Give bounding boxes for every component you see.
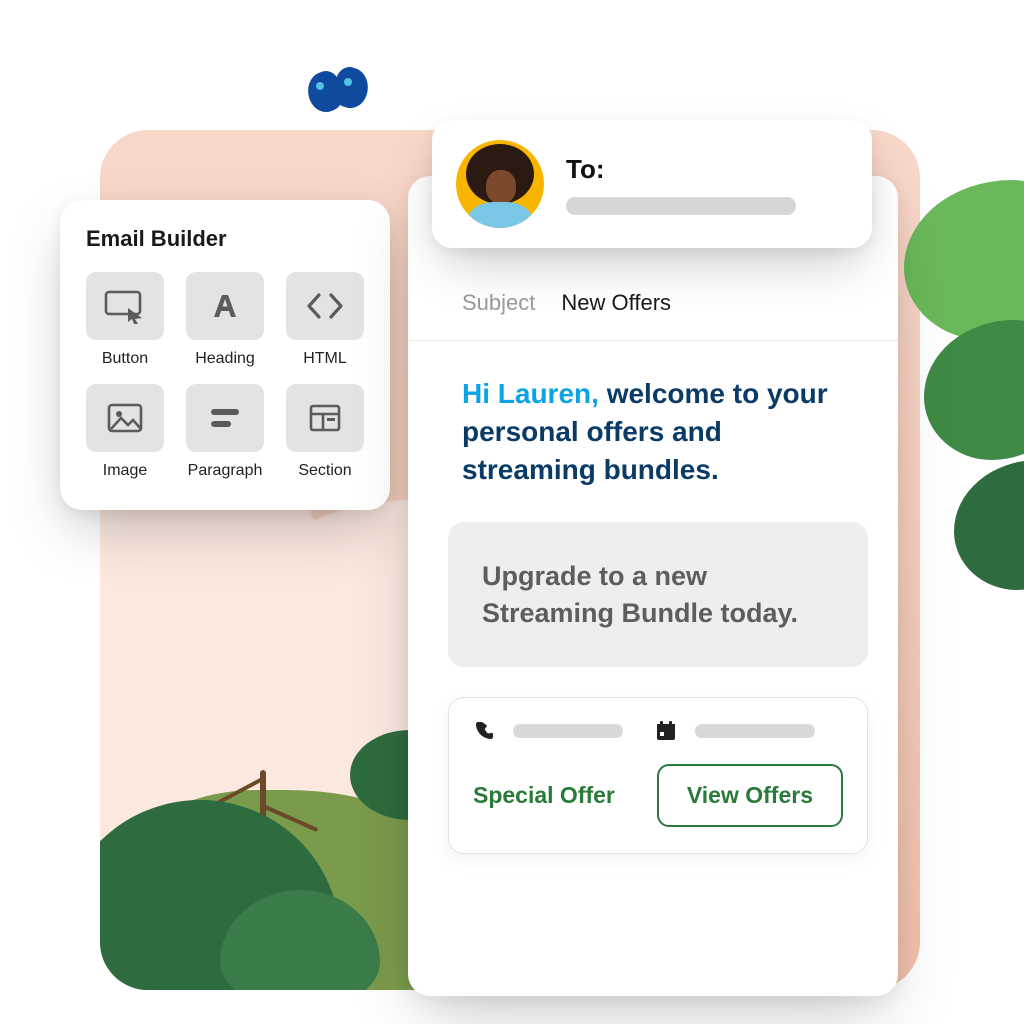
promo-block: Upgrade to a new Streaming Bundle today. [448, 522, 868, 667]
recipient-card: To: [432, 120, 872, 248]
builder-block-label: HTML [286, 350, 364, 368]
builder-block-label: Button [86, 350, 164, 368]
to-label: To: [566, 154, 848, 185]
builder-block-paragraph[interactable]: Paragraph [186, 384, 264, 480]
section-icon [286, 384, 364, 452]
heading-icon [186, 272, 264, 340]
builder-block-heading[interactable]: Heading [186, 272, 264, 368]
builder-block-html[interactable]: HTML [286, 272, 364, 368]
builder-block-label: Paragraph [186, 462, 264, 480]
builder-block-label: Image [86, 462, 164, 480]
calendar-icon [655, 720, 677, 742]
offer-meta-row [473, 720, 843, 742]
html-icon [286, 272, 364, 340]
builder-block-grid: Button Heading HTML [86, 272, 364, 480]
skeleton-text [695, 724, 815, 738]
email-builder-title: Email Builder [86, 226, 364, 252]
builder-block-image[interactable]: Image [86, 384, 164, 480]
avatar [456, 140, 544, 228]
email-compose-card: Subject New Offers Hi Lauren, welcome to… [408, 176, 898, 996]
email-headline: Hi Lauren, welcome to your personal offe… [408, 341, 898, 488]
offer-card: Special Offer View Offers [448, 697, 868, 854]
skeleton-text [513, 724, 623, 738]
butterfly-icon [308, 68, 378, 128]
email-builder-panel: Email Builder Button Heading [60, 200, 390, 510]
subject-row[interactable]: Subject New Offers [408, 268, 898, 341]
builder-block-section[interactable]: Section [286, 384, 364, 480]
builder-block-button[interactable]: Button [86, 272, 164, 368]
phone-icon [473, 720, 495, 742]
button-icon [86, 272, 164, 340]
subject-label: Subject [462, 290, 535, 316]
paragraph-icon [186, 384, 264, 452]
builder-block-label: Heading [186, 350, 264, 368]
email-greeting: Hi Lauren, [462, 378, 599, 409]
special-offer-label: Special Offer [473, 782, 615, 809]
subject-value: New Offers [561, 290, 671, 316]
image-icon [86, 384, 164, 452]
to-field-placeholder[interactable] [566, 197, 796, 215]
builder-block-label: Section [286, 462, 364, 480]
view-offers-button[interactable]: View Offers [657, 764, 843, 827]
